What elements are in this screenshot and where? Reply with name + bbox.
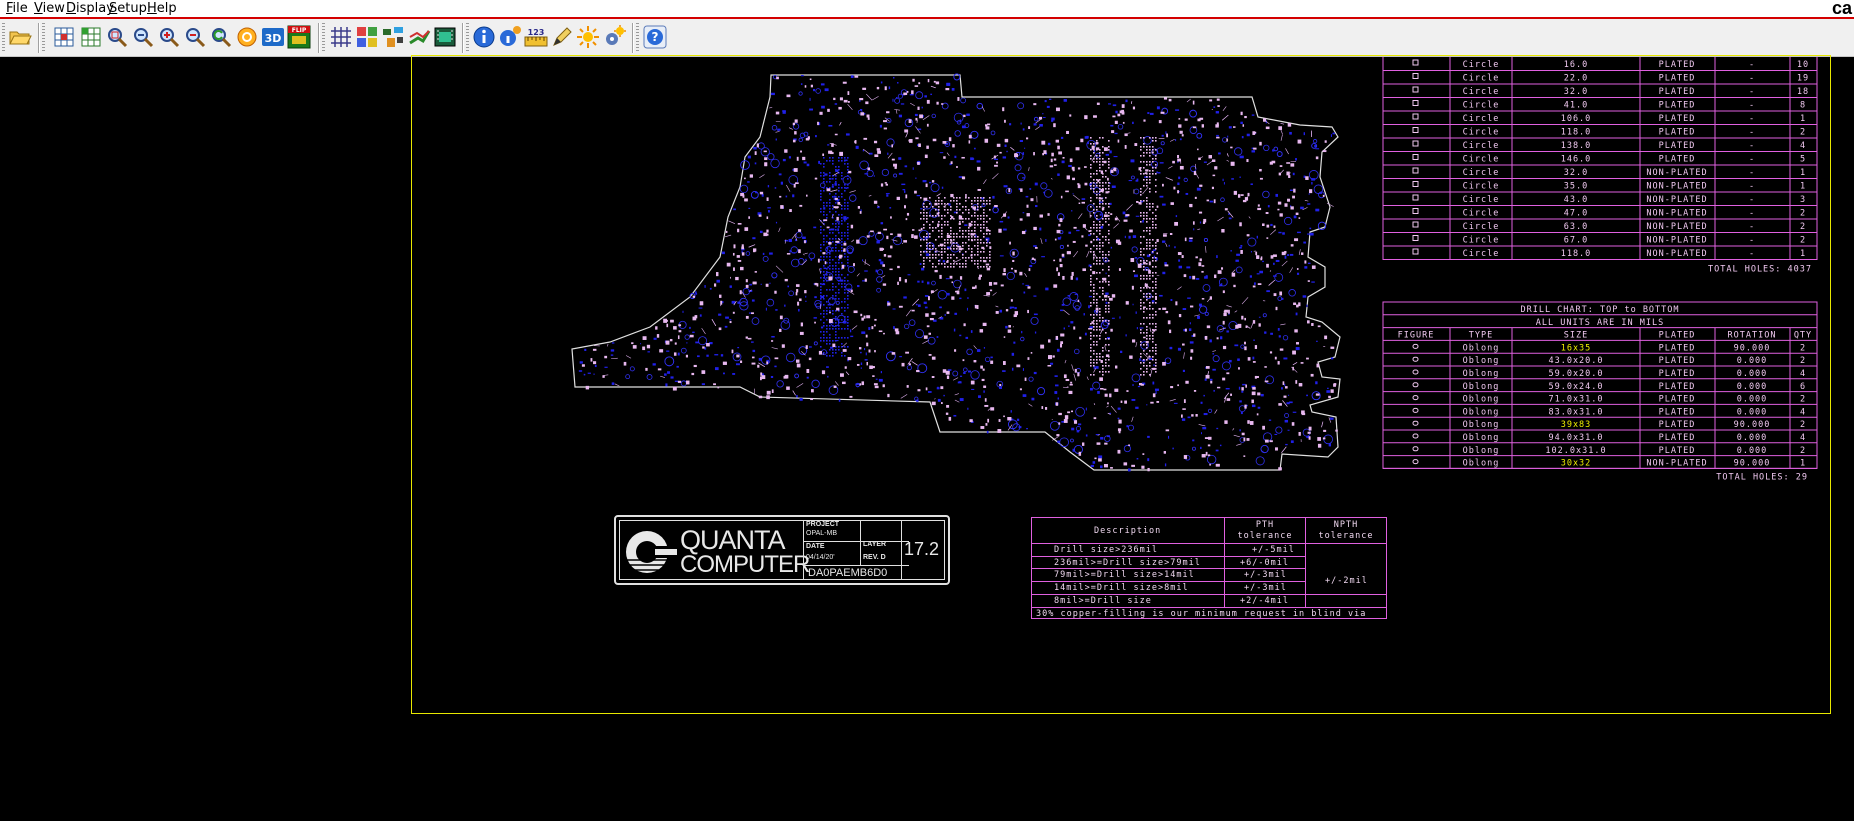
quanta-logo-icon [626,531,677,573]
toolbar-separator [318,23,320,53]
toolbar-grip[interactable] [2,23,5,53]
tolerance-row-pth: +/-5mil [1252,545,1295,555]
toolbar-grip[interactable] [636,23,639,53]
components-icon[interactable] [381,25,405,49]
menu-bar: File View Display Setup Help ca [0,0,1854,19]
app-brand-text: ca [1831,0,1852,18]
menu-view[interactable]: View [34,1,65,16]
board-canvas[interactable]: Circle 16.0 PLATED -10 Circle 22.0 PLATED -19 Ci… [0,55,1854,821]
tolerance-table: Description PTH tolerance NPTH tolerance… [1031,517,1387,619]
highlight-icon[interactable] [550,25,574,49]
open-folder-icon[interactable] [8,25,32,49]
layer-label: LAYER [863,541,887,548]
grid-view-icon[interactable] [52,25,76,49]
project-label: PROJECT [806,521,840,528]
toolbar-grip[interactable] [322,23,325,53]
toolbar-separator [38,23,40,53]
refresh-icon[interactable] [235,25,259,49]
tolerance-row-pth: +/-3mil [1244,583,1287,593]
toolbar-grip[interactable] [466,23,469,53]
svg-text:3D: 3D [265,32,282,45]
date-label: DATE [806,543,825,550]
measure-icon[interactable]: 123 [524,25,548,49]
tolerance-note: 30% copper-filling is our minimum reques… [1036,609,1367,619]
tolerance-row-pth: +6/-0mil [1240,558,1289,568]
menu-help[interactable]: Help [147,1,177,16]
version-number: 17.2 [904,539,940,559]
board-icon[interactable] [433,25,457,49]
zoom-previous-icon[interactable] [209,25,233,49]
properties-icon[interactable] [498,25,522,49]
brightness-icon[interactable] [576,25,600,49]
zoom-in-icon[interactable] [157,25,181,49]
date-value: 04/14/20' [806,554,835,561]
svg-text:123: 123 [528,28,545,37]
rev-label: REV. D [863,554,886,561]
toolbar-separator [632,23,634,53]
tolerance-row-pth: +2/-4mil [1240,596,1289,606]
tolerance-header-description: Description [1094,526,1162,536]
tolerance-npth-value: +/-2mil [1325,576,1368,586]
help-icon[interactable]: ? [643,25,667,49]
menu-file[interactable]: File [6,1,28,16]
menu-display[interactable]: Display [66,1,114,16]
svg-text:?: ? [652,30,659,44]
toolbar-grip[interactable] [42,23,45,53]
view-3d-icon[interactable]: 3D [261,25,285,49]
tolerance-row-pth: +/-3mil [1244,570,1287,580]
part-number: DA0PAEMB6D0 [808,567,888,579]
logo-text-computer: COMPUTER [680,551,810,578]
info-icon[interactable] [472,25,496,49]
layers-icon[interactable] [355,25,379,49]
settings-icon[interactable] [602,25,626,49]
zoom-area-icon[interactable] [105,25,129,49]
tolerance-row-desc: 14mil>=Drill size>8mil [1054,583,1189,593]
zoom-out-icon[interactable] [183,25,207,49]
menu-setup[interactable]: Setup [109,1,147,16]
tolerance-row-desc: 79mil>=Drill size>14mil [1054,570,1195,580]
tolerance-header-npth: NPTH tolerance [1318,520,1374,541]
zoom-fit-icon[interactable] [131,25,155,49]
project-value: OPAL-MB [806,530,837,537]
tolerance-row-desc: 8mil>=Drill size [1054,596,1152,606]
grid-toggle-icon[interactable] [329,25,353,49]
nets-icon[interactable] [407,25,431,49]
tolerance-row-desc: Drill size>236mil [1054,545,1158,555]
toolbar-separator [462,23,464,53]
grid-view-2-icon[interactable] [79,25,103,49]
svg-text:FLIP: FLIP [292,27,307,34]
title-block: QUANTA COMPUTER PROJECT OPAL-MB DATE 04/… [614,515,950,585]
pcb-board-outline[interactable] [0,57,1854,821]
flip-board-icon[interactable]: FLIP [287,25,311,49]
toolbar: 3D FLIP 123 ? [0,19,1854,57]
tolerance-header-pth: PTH tolerance [1237,520,1293,541]
tolerance-row-desc: 236mil>=Drill size>79mil [1054,558,1201,568]
